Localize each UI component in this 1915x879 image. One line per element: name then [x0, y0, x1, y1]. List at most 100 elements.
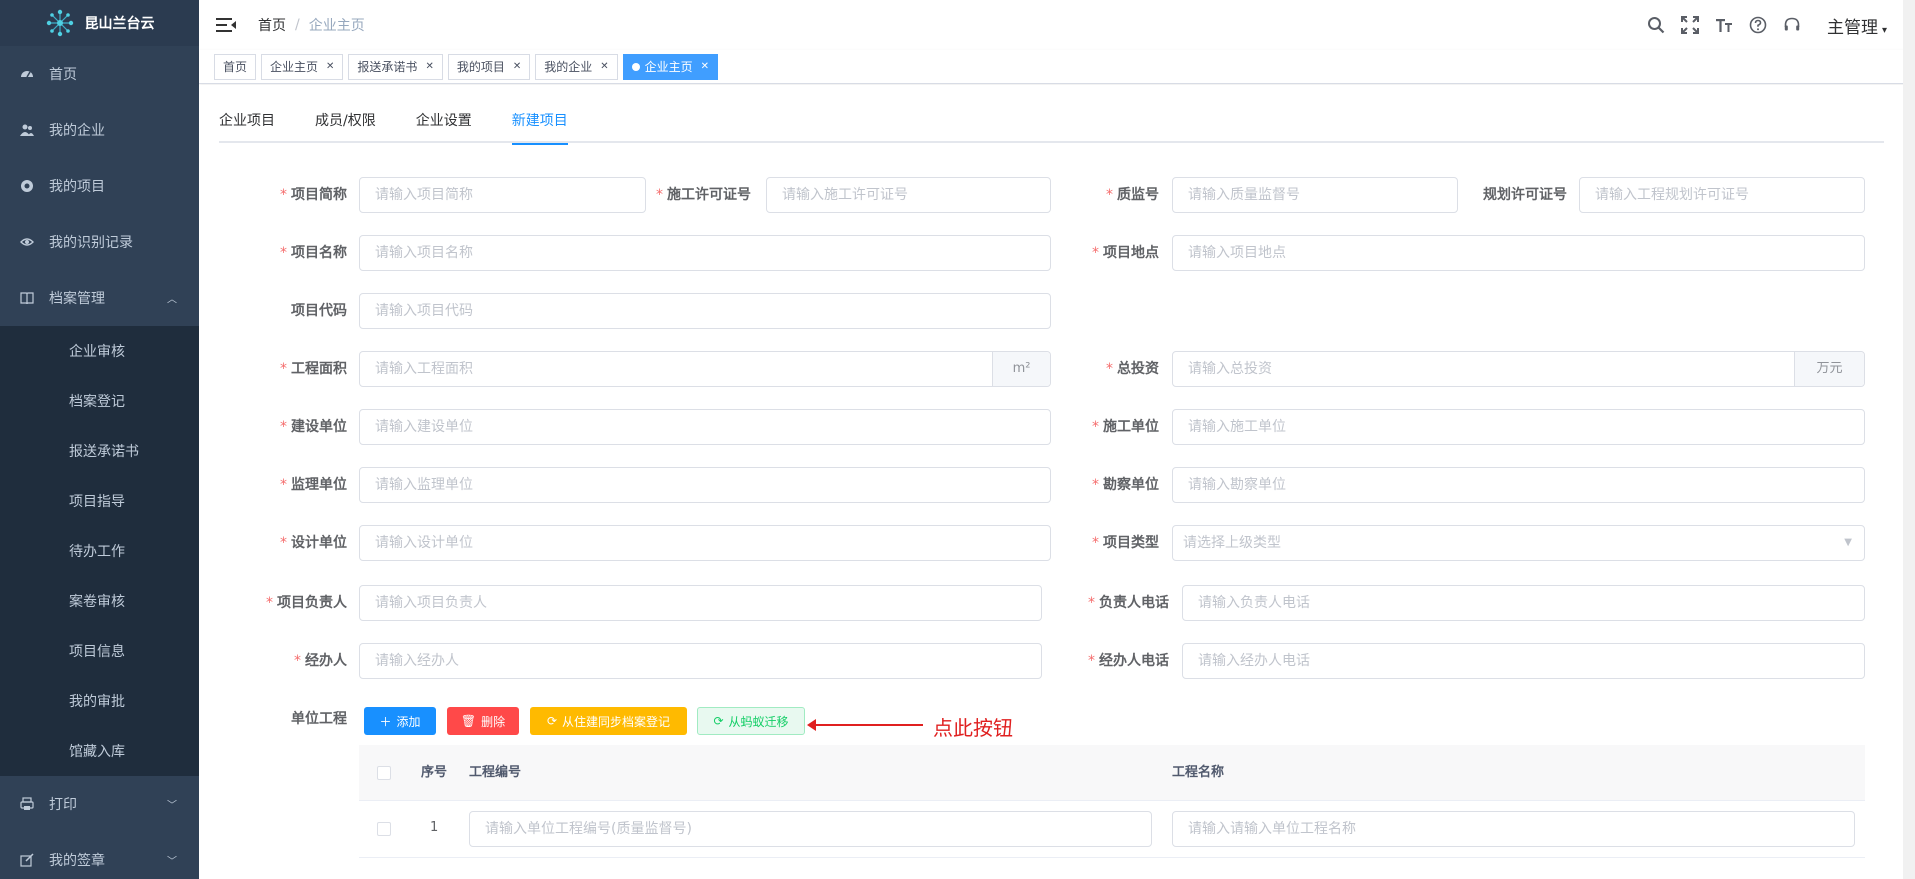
submenu-item-my-approval[interactable]: 我的审批 — [0, 676, 199, 726]
sidebar-item-label: 我的项目 — [49, 179, 105, 195]
project-short-name-label: * 项目简称 — [280, 187, 347, 203]
delete-button[interactable]: 🗑 删除 — [447, 707, 519, 735]
tag-commitment-letter[interactable]: 报送承诺书 ✕ — [348, 53, 443, 80]
select-all-checkbox[interactable] — [377, 766, 391, 780]
project-code-input[interactable]: 请输入项目代码 — [359, 293, 1051, 329]
column-code: 工程编号 — [469, 765, 522, 780]
investment-placeholder: 请输入总投资 — [1188, 361, 1272, 377]
tag-company-home-active[interactable]: 企业主页 ✕ — [622, 53, 719, 80]
area-label: * 工程面积 — [280, 361, 347, 377]
close-icon[interactable]: ✕ — [701, 61, 709, 72]
unit-code-input[interactable]: 请输入单位工程编号(质量监督号) — [469, 811, 1152, 847]
tabs: 企业项目 成员/权限 企业设置 新建项目 — [219, 105, 1884, 145]
project-type-select[interactable]: 请选择上级类型 ▼ — [1172, 525, 1865, 561]
unit-name-input[interactable]: 请输入请输入单位工程名称 — [1172, 811, 1855, 847]
search-icon[interactable] — [1645, 14, 1667, 36]
close-icon[interactable]: ✕ — [425, 61, 433, 72]
trash-icon: 🗑 — [460, 714, 477, 728]
project-name-input[interactable]: 请输入项目名称 — [359, 235, 1051, 271]
sidebar-item-my-project[interactable]: 我的项目 — [0, 158, 199, 214]
close-icon[interactable]: ✕ — [600, 61, 608, 72]
add-button-label: 添加 — [396, 714, 421, 729]
project-leader-label: * 项目负责人 — [266, 595, 347, 611]
project-short-name-input[interactable]: 请输入项目简称 — [359, 177, 646, 213]
sidebar-item-print[interactable]: 打印 ﹀ — [0, 776, 199, 832]
area-input[interactable]: 请输入工程面积 m² — [359, 351, 1051, 387]
build-unit-input[interactable]: 请输入建设单位 — [359, 409, 1051, 445]
tab-members-permissions[interactable]: 成员/权限 — [315, 105, 376, 143]
submenu-item-collection-storage[interactable]: 馆藏入库 — [0, 726, 199, 776]
close-icon[interactable]: ✕ — [326, 61, 334, 72]
submenu-item-commitment-letter[interactable]: 报送承诺书 — [0, 426, 199, 476]
sync-button[interactable]: ⟳ 从住建同步档案登记 — [530, 707, 687, 735]
tag-my-company[interactable]: 我的企业 ✕ — [535, 53, 618, 80]
tag-my-project[interactable]: 我的项目 ✕ — [447, 53, 531, 80]
headset-icon[interactable] — [1781, 14, 1803, 36]
dashboard-icon — [20, 67, 34, 81]
submenu-item-project-guidance[interactable]: 项目指导 — [0, 476, 199, 526]
design-unit-label: * 设计单位 — [280, 535, 347, 551]
leader-phone-label: * 负责人电话 — [1088, 595, 1169, 611]
scrollbar[interactable] — [1903, 0, 1915, 879]
investment-input[interactable]: 请输入总投资 万元 — [1172, 351, 1865, 387]
brand[interactable]: 昆山兰台云 — [0, 0, 199, 46]
add-button[interactable]: ＋ 添加 — [364, 707, 436, 735]
survey-unit-input[interactable]: 请输入勘察单位 — [1172, 467, 1865, 503]
sidebar-item-my-seal[interactable]: 我的签章 ﹀ — [0, 832, 199, 879]
annotation-arrow — [813, 724, 923, 726]
build-unit-label: * 建设单位 — [280, 419, 347, 435]
sync-button-label: 从住建同步档案登记 — [562, 714, 671, 729]
sidebar-item-archive-management[interactable]: 档案管理 ︿ — [0, 270, 199, 326]
project-location-input[interactable]: 请输入项目地点 — [1172, 235, 1865, 271]
hamburger-icon[interactable] — [216, 17, 236, 33]
question-icon[interactable] — [1747, 14, 1769, 36]
brand-title: 昆山兰台云 — [84, 16, 155, 32]
quality-no-input[interactable]: 请输入质量监督号 — [1172, 177, 1458, 213]
refresh-icon: ⟳ — [713, 714, 724, 728]
submenu-item-company-review[interactable]: 企业审核 — [0, 326, 199, 376]
permit-no-input[interactable]: 请输入施工许可证号 — [766, 177, 1051, 213]
active-dot-icon — [631, 62, 640, 71]
investment-unit: 万元 — [1794, 352, 1864, 386]
submenu-item-archive-registration[interactable]: 档案登记 — [0, 376, 199, 426]
submenu-item-project-info[interactable]: 项目信息 — [0, 626, 199, 676]
eye-icon — [20, 235, 34, 249]
handler-phone-input[interactable]: 请输入经办人电话 — [1182, 643, 1865, 679]
handler-input[interactable]: 请输入经办人 — [359, 643, 1042, 679]
tab-company-projects[interactable]: 企业项目 — [219, 105, 275, 143]
project-name-label: * 项目名称 — [280, 245, 347, 261]
user-dropdown[interactable]: 主管理 ▾ — [1827, 13, 1887, 38]
sidebar-item-label: 打印 — [49, 797, 77, 813]
design-unit-input[interactable]: 请输入设计单位 — [359, 525, 1051, 561]
investment-label: * 总投资 — [1106, 361, 1159, 377]
leader-phone-input[interactable]: 请输入负责人电话 — [1182, 585, 1865, 621]
sidebar-item-home[interactable]: 首页 — [0, 46, 199, 102]
row-checkbox[interactable] — [377, 822, 391, 836]
construct-unit-input[interactable]: 请输入施工单位 — [1172, 409, 1865, 445]
close-icon[interactable]: ✕ — [513, 61, 521, 72]
font-size-icon[interactable] — [1713, 14, 1735, 36]
users-icon — [20, 123, 34, 137]
quality-no-label: * 质监号 — [1106, 187, 1159, 203]
tag-company-home[interactable]: 企业主页 ✕ — [261, 53, 344, 80]
sidebar-item-my-company[interactable]: 我的企业 — [0, 102, 199, 158]
supervise-unit-input[interactable]: 请输入监理单位 — [359, 467, 1051, 503]
user-name: 主管理 — [1826, 17, 1878, 38]
project-leader-input[interactable]: 请输入项目负责人 — [359, 585, 1042, 621]
survey-unit-label: * 勘察单位 — [1092, 477, 1159, 493]
submenu-item-todo[interactable]: 待办工作 — [0, 526, 199, 576]
caret-down-icon: ▾ — [1881, 24, 1887, 36]
network-logo-icon — [45, 8, 75, 38]
tag-home[interactable]: 首页 — [214, 53, 257, 80]
sidebar-item-recognition-records[interactable]: 我的识别记录 — [0, 214, 199, 270]
tab-company-settings[interactable]: 企业设置 — [416, 105, 472, 143]
main-content: 企业项目 成员/权限 企业设置 新建项目 * 项目简称 请输入项目简称 * 施工许可… — [199, 85, 1903, 879]
breadcrumb-home[interactable]: 首页 — [258, 15, 286, 35]
fullscreen-icon[interactable] — [1679, 14, 1701, 36]
submenu-item-file-review[interactable]: 案卷审核 — [0, 576, 199, 626]
tab-new-project[interactable]: 新建项目 — [511, 105, 568, 145]
migrate-button[interactable]: ⟳ 从蚂蚁迁移 — [697, 707, 805, 735]
sidebar-item-label: 我的签章 — [49, 853, 105, 869]
sidebar-item-label: 档案管理 — [49, 291, 105, 307]
plan-permit-no-input[interactable]: 请输入工程规划许可证号 — [1579, 177, 1865, 213]
